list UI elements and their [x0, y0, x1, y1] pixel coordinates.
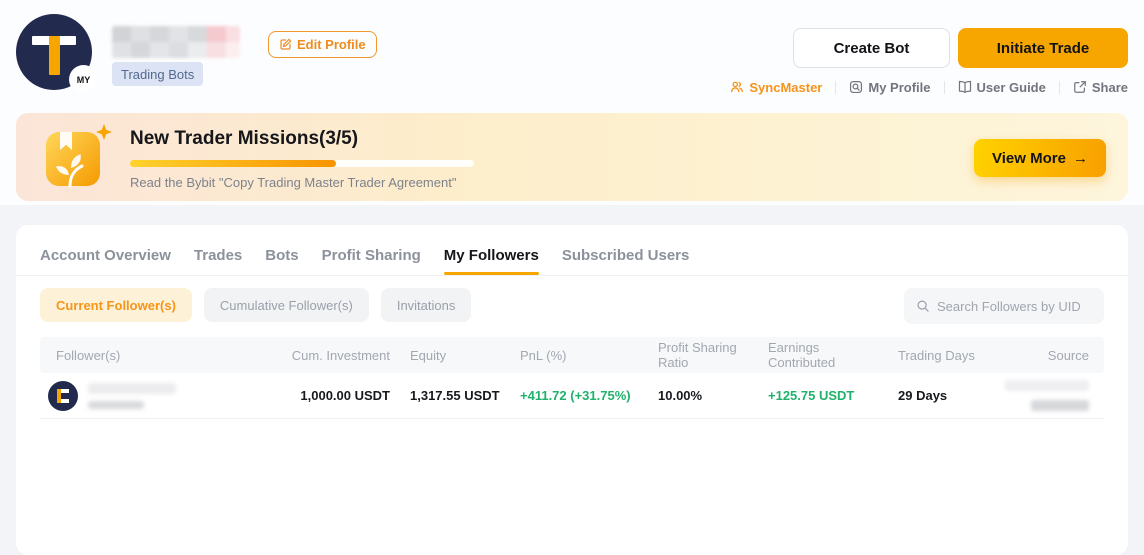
sync-master-link[interactable]: SyncMaster — [730, 80, 822, 95]
cum-investment-value: 1,000.00 USDT — [265, 388, 390, 403]
subtab-cumulative-followers[interactable]: Cumulative Follower(s) — [204, 288, 369, 322]
tab-my-followers[interactable]: My Followers — [444, 247, 539, 275]
trading-days-value: 29 Days — [898, 388, 998, 403]
tab-profit-sharing[interactable]: Profit Sharing — [322, 247, 421, 275]
profit-sharing-ratio-value: 10.00% — [658, 388, 760, 403]
follower-avatar — [48, 381, 78, 411]
subtab-current-followers[interactable]: Current Follower(s) — [40, 288, 192, 322]
people-icon — [730, 80, 744, 94]
follower-subtabs: Current Follower(s) Cumulative Follower(… — [40, 288, 471, 322]
edit-profile-button[interactable]: Edit Profile — [268, 31, 377, 58]
missions-progress-bar — [130, 160, 474, 167]
missions-subtitle: Read the Bybit "Copy Trading Master Trad… — [130, 175, 456, 190]
blurred-follower-name — [88, 383, 176, 409]
col-profit-sharing-ratio: Profit Sharing Ratio — [658, 340, 760, 370]
follower-table-row: 1,000.00 USDT 1,317.55 USDT +411.72 (+31… — [40, 373, 1104, 419]
arrow-right-icon: → — [1073, 150, 1088, 167]
blurred-source — [998, 380, 1089, 411]
my-profile-link[interactable]: My Profile — [849, 80, 930, 95]
new-trader-missions-banner: New Trader Missions(3/5) Read the Bybit … — [16, 113, 1128, 201]
search-icon — [916, 299, 930, 313]
create-bot-button[interactable]: Create Bot — [793, 28, 950, 68]
tab-subscribed-users[interactable]: Subscribed Users — [562, 247, 690, 275]
tab-account-overview[interactable]: Account Overview — [40, 247, 171, 275]
tab-bots[interactable]: Bots — [265, 247, 298, 275]
header-links: SyncMaster My Profile User Guide — [730, 77, 1128, 97]
initiate-trade-button[interactable]: Initiate Trade — [958, 28, 1128, 68]
followers-table-header: Follower(s) Cum. Investment Equity PnL (… — [40, 337, 1104, 373]
col-source: Source — [998, 348, 1104, 363]
trading-bots-tag: Trading Bots — [112, 62, 203, 86]
col-followers: Follower(s) — [40, 348, 265, 363]
col-pnl: PnL (%) — [520, 348, 650, 363]
edit-icon — [279, 38, 292, 51]
share-link[interactable]: Share — [1073, 80, 1128, 95]
share-icon — [1073, 80, 1087, 94]
earnings-contributed-value: +125.75 USDT — [768, 388, 890, 403]
blurred-display-name — [112, 26, 240, 58]
mission-progress-fill — [130, 160, 336, 167]
follower-cell — [40, 381, 265, 411]
user-guide-link[interactable]: User Guide — [958, 80, 1046, 95]
book-icon — [958, 80, 972, 94]
col-cum-investment: Cum. Investment — [265, 348, 390, 363]
search-followers-box[interactable] — [904, 288, 1104, 324]
profile-preview-icon — [849, 80, 863, 94]
view-more-button[interactable]: View More → — [974, 139, 1106, 177]
source-cell — [998, 380, 1104, 411]
col-equity: Equity — [410, 348, 510, 363]
col-trading-days: Trading Days — [898, 348, 998, 363]
search-followers-input[interactable] — [937, 299, 1092, 314]
pnl-value: +411.72 (+31.75%) — [520, 388, 650, 403]
equity-value: 1,317.55 USDT — [410, 388, 510, 403]
col-earnings-contributed: Earnings Contributed — [768, 340, 890, 370]
followers-card: Account Overview Trades Bots Profit Shar… — [16, 225, 1128, 555]
tab-trades[interactable]: Trades — [194, 247, 242, 275]
missions-book-icon — [40, 123, 114, 191]
avatar-country-badge: MY — [71, 67, 96, 92]
subtab-invitations[interactable]: Invitations — [381, 288, 472, 322]
missions-title: New Trader Missions(3/5) — [130, 128, 358, 150]
main-tabs: Account Overview Trades Bots Profit Shar… — [16, 225, 1128, 276]
trader-avatar: MY — [16, 14, 92, 90]
